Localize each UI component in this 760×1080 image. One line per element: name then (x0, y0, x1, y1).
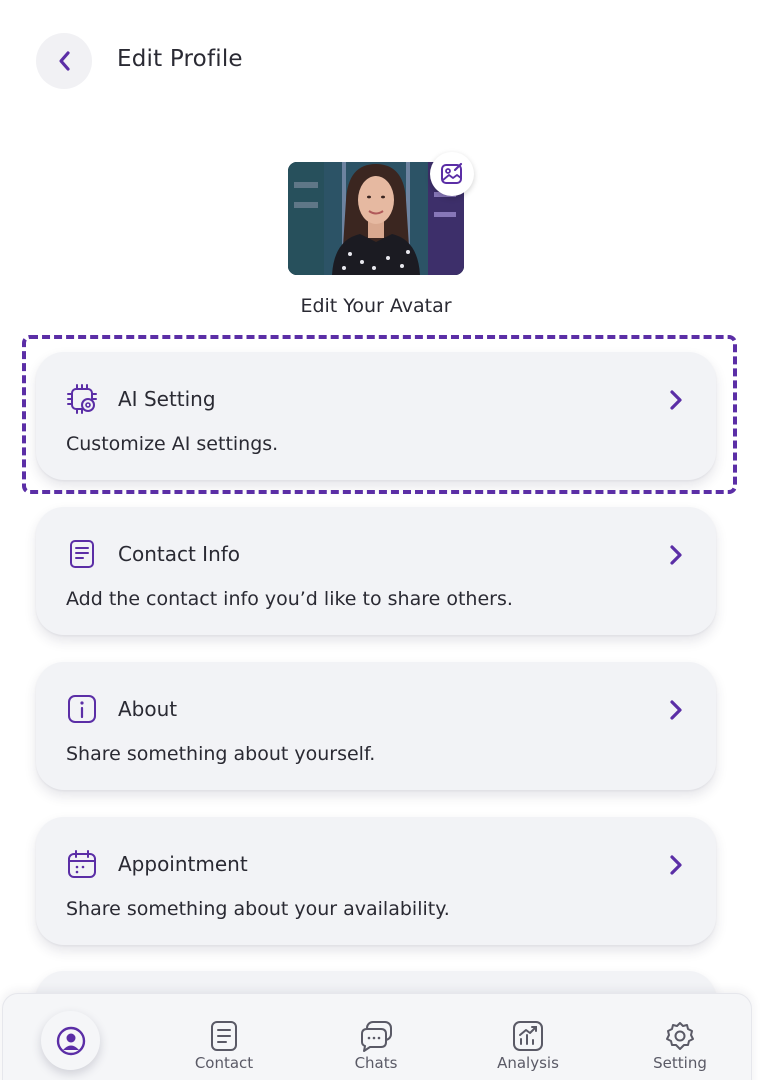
contact-doc-icon (211, 1021, 237, 1051)
chevron-right-icon (670, 855, 682, 875)
nav-chats[interactable]: Chats (326, 1020, 426, 1072)
edit-avatar-button[interactable] (430, 152, 474, 196)
profile-icon (56, 1026, 85, 1055)
chat-bubbles-icon (361, 1021, 392, 1052)
contact-info-card[interactable]: Contact Info Add the contact info you’d … (36, 507, 716, 635)
chevron-right-icon (670, 545, 682, 565)
card-description: Add the contact info you’d like to share… (66, 588, 513, 610)
edit-avatar-caption[interactable]: Edit Your Avatar (0, 295, 752, 317)
card-title: About (118, 697, 178, 721)
chevron-left-icon (59, 51, 70, 71)
image-edit-icon (441, 162, 463, 184)
gear-icon (666, 1022, 694, 1050)
chevron-right-icon (670, 390, 682, 410)
card-title: AI Setting (118, 387, 216, 411)
document-icon (70, 540, 94, 568)
card-title: Appointment (118, 852, 248, 876)
edit-profile-screen: Edit Profile Edit Your Avatar AI Setting… (0, 0, 760, 1080)
nav-label: Analysis (497, 1054, 559, 1072)
nav-label: Chats (354, 1054, 398, 1072)
nav-label: Contact (194, 1054, 254, 1072)
about-card[interactable]: About Share something about yourself. (36, 662, 716, 790)
analysis-chart-icon (513, 1021, 543, 1051)
appointment-card[interactable]: Appointment Share something about your a… (36, 817, 716, 945)
back-button[interactable] (36, 33, 92, 89)
info-icon (68, 695, 96, 723)
card-description: Share something about yourself. (66, 743, 376, 765)
calendar-icon (68, 850, 96, 878)
card-title: Contact Info (118, 542, 241, 566)
nav-setting[interactable]: Setting (630, 1020, 730, 1072)
nav-profile-button[interactable] (41, 1011, 100, 1070)
card-description: Customize AI settings. (66, 433, 279, 455)
ai-chip-gear-icon (67, 384, 97, 414)
chevron-right-icon (670, 700, 682, 720)
nav-contact[interactable]: Contact (174, 1020, 274, 1072)
nav-label: Setting (653, 1054, 707, 1072)
page-title: Edit Profile (117, 46, 243, 72)
ai-setting-card[interactable]: AI Setting Customize AI settings. (36, 352, 716, 480)
card-description: Share something about your availability. (66, 898, 450, 920)
nav-analysis[interactable]: Analysis (478, 1020, 578, 1072)
